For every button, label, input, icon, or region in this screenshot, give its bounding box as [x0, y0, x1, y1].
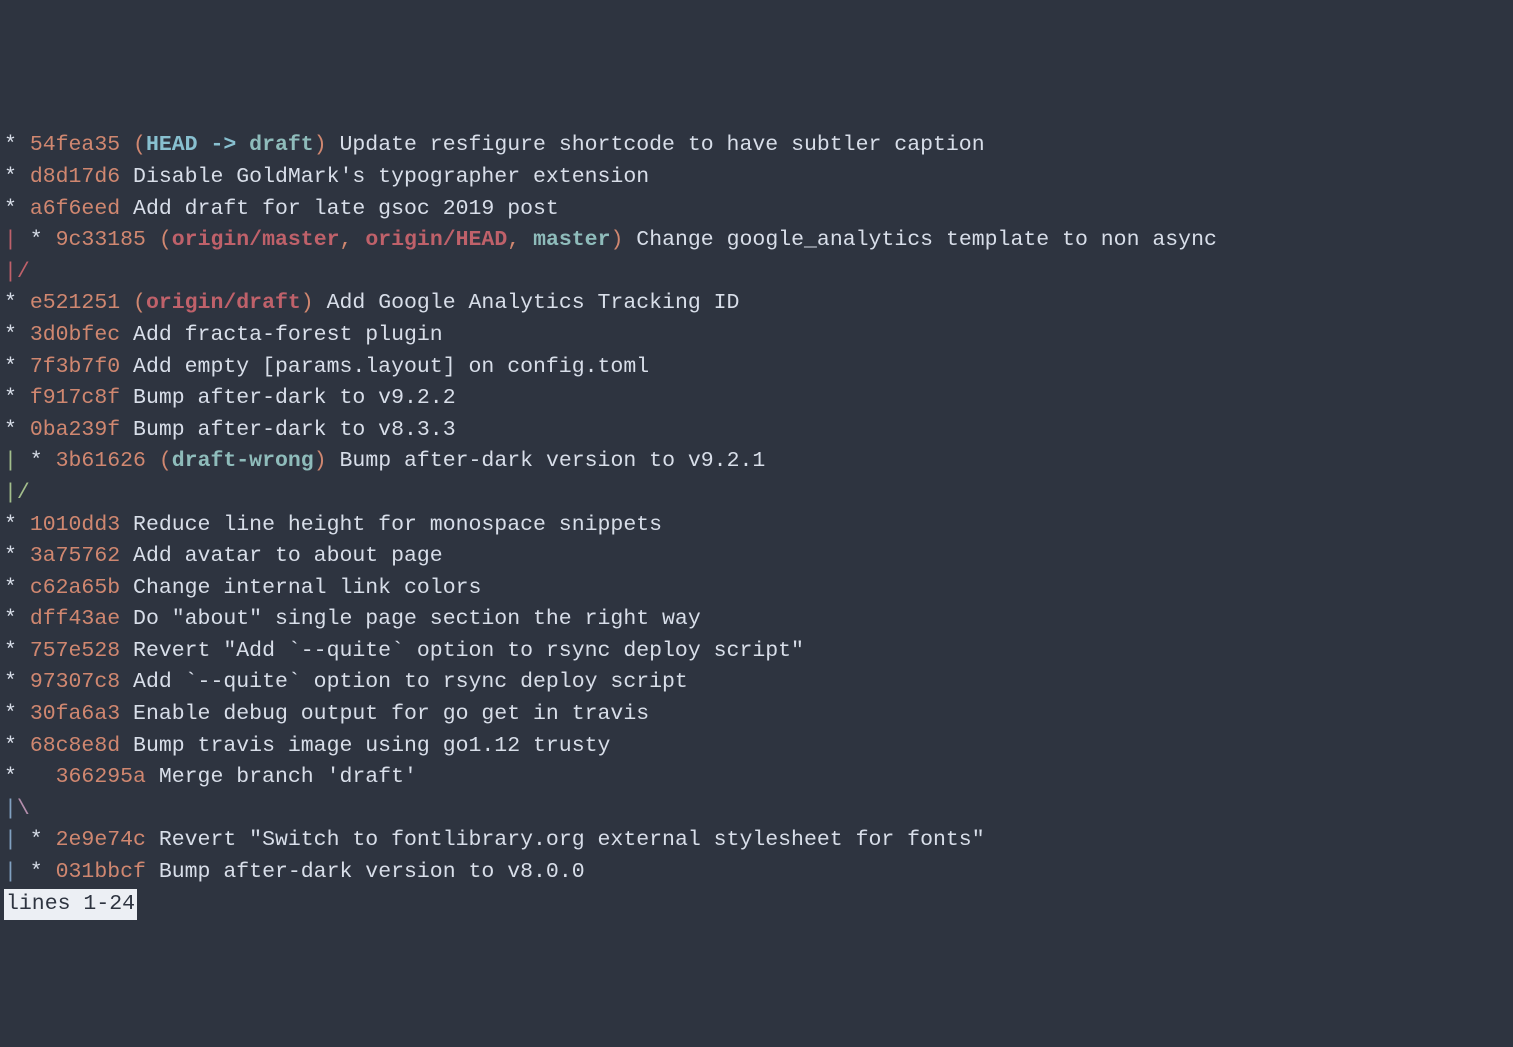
commit-hash: 68c8e8d [30, 734, 120, 758]
commit-message: Revert "Switch to fontlibrary.org extern… [146, 828, 985, 852]
commit-hash: c62a65b [30, 576, 120, 600]
commit-message: Add avatar to about page [120, 544, 443, 568]
commit-hash: 9c33185 [56, 228, 146, 252]
commit-message: Add `--quite` option to rsync deploy scr… [120, 670, 688, 694]
git-log-line: * 68c8e8d Bump travis image using go1.12… [4, 731, 1513, 763]
git-log-line: | * 9c33185 (origin/master, origin/HEAD,… [4, 225, 1513, 257]
commit-hash: 0ba239f [30, 418, 120, 442]
commit-message: Do "about" single page section the right… [120, 607, 701, 631]
git-log-line: * f917c8f Bump after-dark to v9.2.2 [4, 383, 1513, 415]
git-log-line: |/ [4, 257, 1513, 289]
commit-hash: 031bbcf [56, 860, 146, 884]
git-log-line: * a6f6eed Add draft for late gsoc 2019 p… [4, 194, 1513, 226]
git-log-line: * 1010dd3 Reduce line height for monospa… [4, 510, 1513, 542]
commit-message: Bump after-dark version to v8.0.0 [146, 860, 585, 884]
git-log-line: * c62a65b Change internal link colors [4, 573, 1513, 605]
git-log-line: | * 031bbcf Bump after-dark version to v… [4, 857, 1513, 889]
commit-message: Enable debug output for go get in travis [120, 702, 649, 726]
commit-hash: 757e528 [30, 639, 120, 663]
commit-message: Change internal link colors [120, 576, 481, 600]
commit-hash: 3d0bfec [30, 323, 120, 347]
commit-hash: a6f6eed [30, 197, 120, 221]
commit-hash: 2e9e74c [56, 828, 146, 852]
commit-message: Change google_analytics template to non … [623, 228, 1217, 252]
git-log-line: * 7f3b7f0 Add empty [params.layout] on c… [4, 352, 1513, 384]
git-log-line: * 0ba239f Bump after-dark to v8.3.3 [4, 415, 1513, 447]
git-log-line: * d8d17d6 Disable GoldMark's typographer… [4, 162, 1513, 194]
git-log-line: * 757e528 Revert "Add `--quite` option t… [4, 636, 1513, 668]
commit-hash: e521251 [30, 291, 120, 315]
git-log-line: * e521251 (origin/draft) Add Google Anal… [4, 288, 1513, 320]
git-log-line: |/ [4, 478, 1513, 510]
commit-message: Merge branch 'draft' [146, 765, 417, 789]
git-log-line: | * 3b61626 (draft-wrong) Bump after-dar… [4, 446, 1513, 478]
commit-hash: 1010dd3 [30, 513, 120, 537]
commit-message: Bump travis image using go1.12 trusty [120, 734, 610, 758]
commit-hash: 30fa6a3 [30, 702, 120, 726]
commit-hash: 7f3b7f0 [30, 355, 120, 379]
commit-message: Revert "Add `--quite` option to rsync de… [120, 639, 804, 663]
commit-message: Bump after-dark to v8.3.3 [120, 418, 455, 442]
git-log-line: * 30fa6a3 Enable debug output for go get… [4, 699, 1513, 731]
git-log-line: * 97307c8 Add `--quite` option to rsync … [4, 667, 1513, 699]
commit-message: Disable GoldMark's typographer extension [120, 165, 649, 189]
git-log-line: * 54fea35 (HEAD -> draft) Update resfigu… [4, 130, 1513, 162]
commit-hash: d8d17d6 [30, 165, 120, 189]
git-log-line: * 366295a Merge branch 'draft' [4, 762, 1513, 794]
commit-hash: 366295a [56, 765, 146, 789]
pager-status: lines 1-24 [4, 889, 137, 921]
commit-message: Add Google Analytics Tracking ID [314, 291, 740, 315]
commit-hash: 3a75762 [30, 544, 120, 568]
commit-message: Update resfigure shortcode to have subtl… [327, 133, 985, 157]
commit-message: Bump after-dark version to v9.2.1 [327, 449, 766, 473]
commit-message: Add fracta-forest plugin [120, 323, 443, 347]
commit-hash: dff43ae [30, 607, 120, 631]
git-log-line: * dff43ae Do "about" single page section… [4, 604, 1513, 636]
git-log-line: * 3d0bfec Add fracta-forest plugin [4, 320, 1513, 352]
git-log-line: |\ [4, 794, 1513, 826]
commit-message: Add draft for late gsoc 2019 post [120, 197, 559, 221]
commit-message: Add empty [params.layout] on config.toml [120, 355, 649, 379]
git-log-line: * 3a75762 Add avatar to about page [4, 541, 1513, 573]
git-log-output[interactable]: * 54fea35 (HEAD -> draft) Update resfigu… [4, 130, 1513, 888]
commit-hash: f917c8f [30, 386, 120, 410]
git-log-line: | * 2e9e74c Revert "Switch to fontlibrar… [4, 825, 1513, 857]
commit-message: Reduce line height for monospace snippet… [120, 513, 662, 537]
commit-hash: 54fea35 [30, 133, 120, 157]
commit-hash: 3b61626 [56, 449, 146, 473]
commit-message: Bump after-dark to v9.2.2 [120, 386, 455, 410]
commit-hash: 97307c8 [30, 670, 120, 694]
